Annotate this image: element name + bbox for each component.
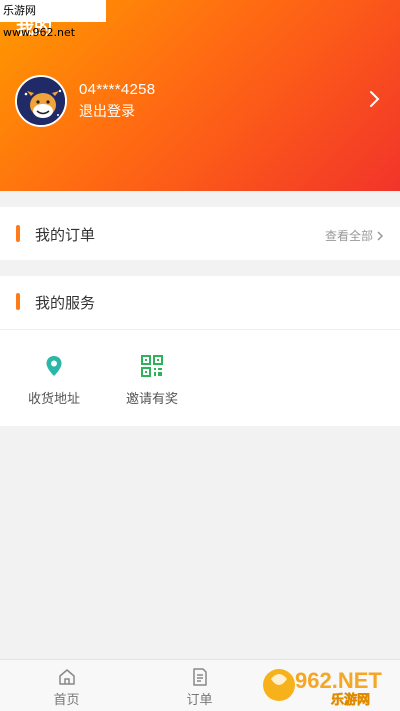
service-label: 邀请有奖	[125, 391, 178, 406]
qr-code-icon	[141, 355, 163, 377]
tab-label: 首页	[53, 692, 80, 707]
orders-title: 我的订单	[35, 227, 96, 244]
section-accent-bar	[16, 225, 20, 242]
section-accent-bar	[16, 293, 20, 310]
user-phone: 04****4258	[79, 81, 156, 98]
cow-avatar-icon	[17, 77, 65, 125]
chevron-right-icon[interactable]	[368, 89, 382, 109]
avatar[interactable]	[15, 75, 67, 127]
location-pin-icon	[46, 356, 62, 376]
tab-home[interactable]: 首页	[0, 660, 133, 711]
chevron-right-icon	[377, 230, 384, 241]
home-icon	[58, 669, 75, 685]
tab-label: 订单	[186, 692, 213, 707]
service-label: 收货地址	[27, 391, 80, 406]
services-section: 我的服务 收货地址 邀请有奖	[0, 276, 400, 426]
watermark-top: 乐游网 www.962.net	[0, 0, 106, 39]
view-all-label: 查看全部	[324, 229, 373, 243]
divider	[0, 329, 400, 330]
logout-link[interactable]: 退出登录	[79, 101, 135, 121]
watermark-logo-text: 962.NET	[295, 668, 382, 693]
watermark-site-name: 乐游网	[331, 692, 370, 708]
services-title: 我的服务	[35, 295, 96, 312]
tab-orders[interactable]: 订单	[133, 660, 266, 711]
service-shipping-address[interactable]: 收货地址	[14, 354, 94, 407]
view-all-orders-link[interactable]: 查看全部	[325, 227, 384, 244]
watermark-logo: 962.NET 乐游网	[263, 668, 382, 708]
orders-section: 我的订单 查看全部	[0, 207, 400, 260]
document-icon	[192, 668, 207, 686]
service-invite-reward[interactable]: 邀请有奖	[112, 354, 192, 407]
